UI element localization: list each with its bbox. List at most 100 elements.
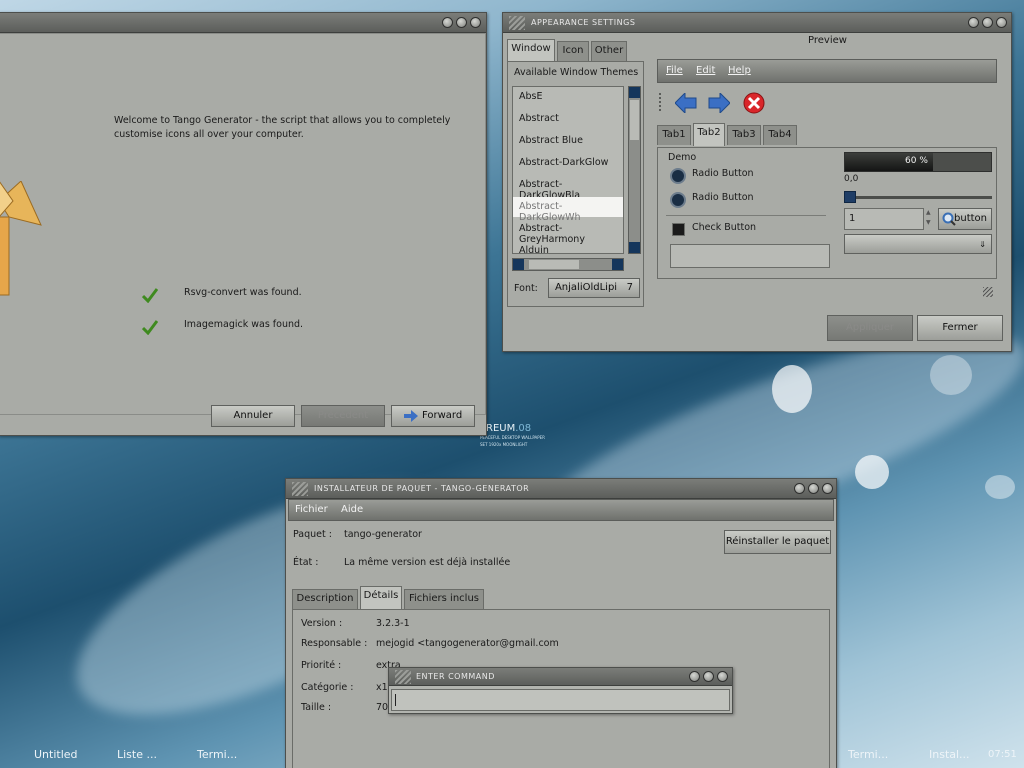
paquet-label: Paquet : — [293, 529, 332, 540]
appearance-settings-window: APPEARANCE SETTINGS Window Icon Other Av… — [502, 12, 1012, 352]
close-settings-button[interactable]: Fermer — [917, 315, 1003, 341]
check-button[interactable]: Check Button — [692, 222, 756, 233]
slider-handle[interactable] — [844, 191, 856, 203]
spin-button-entry[interactable]: 1 — [844, 208, 924, 230]
list-item[interactable]: Abstract — [519, 113, 559, 124]
radio-icon-selected[interactable] — [670, 168, 686, 184]
scroll-down-icon[interactable] — [629, 242, 640, 253]
back-arrow-icon[interactable] — [675, 93, 697, 113]
tab-tab4[interactable]: Tab4 — [763, 125, 797, 145]
preview-panel: Demo Radio Button Radio Button Check But… — [657, 147, 997, 279]
scroll-up-icon[interactable] — [629, 87, 640, 98]
tab-tab2[interactable]: Tab2 — [693, 123, 725, 146]
horizontal-scrollbar[interactable] — [512, 258, 624, 271]
detail-value: 3.2.3-1 — [376, 618, 410, 629]
forward-arrow-icon[interactable] — [708, 93, 730, 113]
title-bar[interactable] — [0, 13, 486, 33]
detail-value: x1 — [376, 682, 388, 693]
close-button[interactable] — [717, 671, 728, 682]
maximize-button[interactable] — [456, 17, 467, 28]
title-bar[interactable]: APPEARANCE SETTINGS — [503, 13, 1011, 33]
tab-other[interactable]: Other — [591, 41, 627, 61]
radio-button-1[interactable]: Radio Button — [692, 168, 754, 179]
themes-list[interactable]: AbsE Abstract Abstract Blue Abstract-Dar… — [512, 86, 624, 254]
separator — [666, 215, 826, 216]
detail-value: 70 — [376, 702, 389, 713]
toolbar-handle[interactable] — [659, 93, 662, 111]
tab-tab3[interactable]: Tab3 — [727, 125, 761, 145]
resize-grip-icon[interactable] — [983, 287, 993, 297]
demo-button[interactable]: button — [938, 208, 992, 230]
taskbar-item-untitled[interactable]: Untitled — [34, 748, 78, 761]
radio-icon[interactable] — [670, 192, 686, 208]
list-item[interactable]: Abstract-DarkGlow — [519, 157, 608, 168]
taskbar-item-installer[interactable]: Instal... — [929, 748, 970, 761]
scroll-thumb[interactable] — [529, 260, 579, 269]
detail-label: Taille : — [301, 702, 332, 713]
menu-aide[interactable]: Aide — [341, 504, 363, 515]
spin-value: 1 — [849, 213, 856, 224]
tab-details[interactable]: Détails — [360, 586, 402, 609]
reinstall-button[interactable]: Réinstaller le paquet — [724, 530, 831, 554]
list-item-selected[interactable]: Abstract-DarkGlowWh — [519, 201, 623, 223]
preview-menu-file[interactable]: File — [666, 65, 683, 76]
scroll-left-icon[interactable] — [513, 259, 524, 270]
package-installer-window: INSTALLATEUR DE PAQUET - TANGO-GENERATOR… — [285, 478, 837, 768]
checkmark-icon — [142, 288, 158, 303]
scroll-thumb[interactable] — [630, 100, 639, 140]
wallpaper-tagline: SET 1920x MOONLIGHT — [480, 442, 528, 447]
tab-window[interactable]: Window — [507, 39, 555, 62]
progress-text: 60 % — [905, 156, 928, 166]
radio-button-2[interactable]: Radio Button — [692, 192, 754, 203]
wallpaper-flower — [985, 475, 1015, 499]
menu-fichier[interactable]: Fichier — [295, 504, 328, 515]
text-entry[interactable] — [670, 244, 830, 268]
tab-icon[interactable]: Icon — [557, 41, 589, 61]
preview-tabs: Tab1 Tab2 Tab3 Tab4 — [657, 123, 837, 147]
forward-button[interactable]: Forward — [391, 405, 475, 427]
list-item[interactable]: Alduin — [519, 245, 549, 253]
preview-menu-help[interactable]: Help — [728, 65, 751, 76]
font-picker-button[interactable]: AnjaliOldLipi 7 — [548, 278, 640, 298]
maximize-button[interactable] — [982, 17, 993, 28]
title-bar[interactable]: INSTALLATEUR DE PAQUET - TANGO-GENERATOR — [286, 479, 836, 499]
detail-label: Version : — [301, 618, 343, 629]
enter-command-dialog: ENTER COMMAND — [388, 667, 733, 714]
list-item[interactable]: Abstract Blue — [519, 135, 583, 146]
stop-icon[interactable] — [743, 92, 765, 114]
minimize-button[interactable] — [442, 17, 453, 28]
tab-fichiers-inclus[interactable]: Fichiers inclus — [404, 589, 484, 609]
list-item[interactable]: Abstract-GreyHarmony — [519, 223, 623, 245]
vertical-scrollbar[interactable] — [628, 86, 641, 254]
etat-value: La même version est déjà installée — [344, 557, 511, 568]
tab-description[interactable]: Description — [292, 589, 358, 609]
scroll-right-icon[interactable] — [612, 259, 623, 270]
maximize-button[interactable] — [808, 483, 819, 494]
preview-menu-edit[interactable]: Edit — [696, 65, 715, 76]
taskbar-item-terminal[interactable]: Termi... — [848, 748, 888, 761]
list-item[interactable]: AbsE — [519, 91, 542, 102]
taskbar-item-terminal[interactable]: Termi... — [197, 748, 237, 761]
apply-button[interactable]: Appliquer — [827, 315, 913, 341]
minimize-button[interactable] — [794, 483, 805, 494]
command-input[interactable] — [391, 689, 730, 711]
slider-track[interactable] — [844, 196, 992, 199]
checkbox-icon[interactable] — [672, 223, 685, 236]
title-bar[interactable]: ENTER COMMAND — [389, 668, 732, 686]
detail-label: Responsable : — [301, 638, 368, 649]
taskbar-item-liste[interactable]: Liste ... — [117, 748, 157, 761]
maximize-button[interactable] — [703, 671, 714, 682]
close-button[interactable] — [996, 17, 1007, 28]
previous-button[interactable]: Précédent — [301, 405, 385, 427]
close-button[interactable] — [822, 483, 833, 494]
minimize-button[interactable] — [689, 671, 700, 682]
content-area — [0, 33, 486, 415]
close-button[interactable] — [470, 17, 481, 28]
tab-tab1[interactable]: Tab1 — [657, 125, 691, 145]
preview-menubar: File Edit Help — [657, 59, 997, 83]
cancel-button[interactable]: Annuler — [211, 405, 295, 427]
spin-arrows[interactable]: ▲ ▼ — [926, 208, 936, 230]
combo-box[interactable]: ⇓ — [844, 234, 992, 254]
welcome-text: Welcome to Tango Generator - the script … — [114, 115, 451, 126]
minimize-button[interactable] — [968, 17, 979, 28]
